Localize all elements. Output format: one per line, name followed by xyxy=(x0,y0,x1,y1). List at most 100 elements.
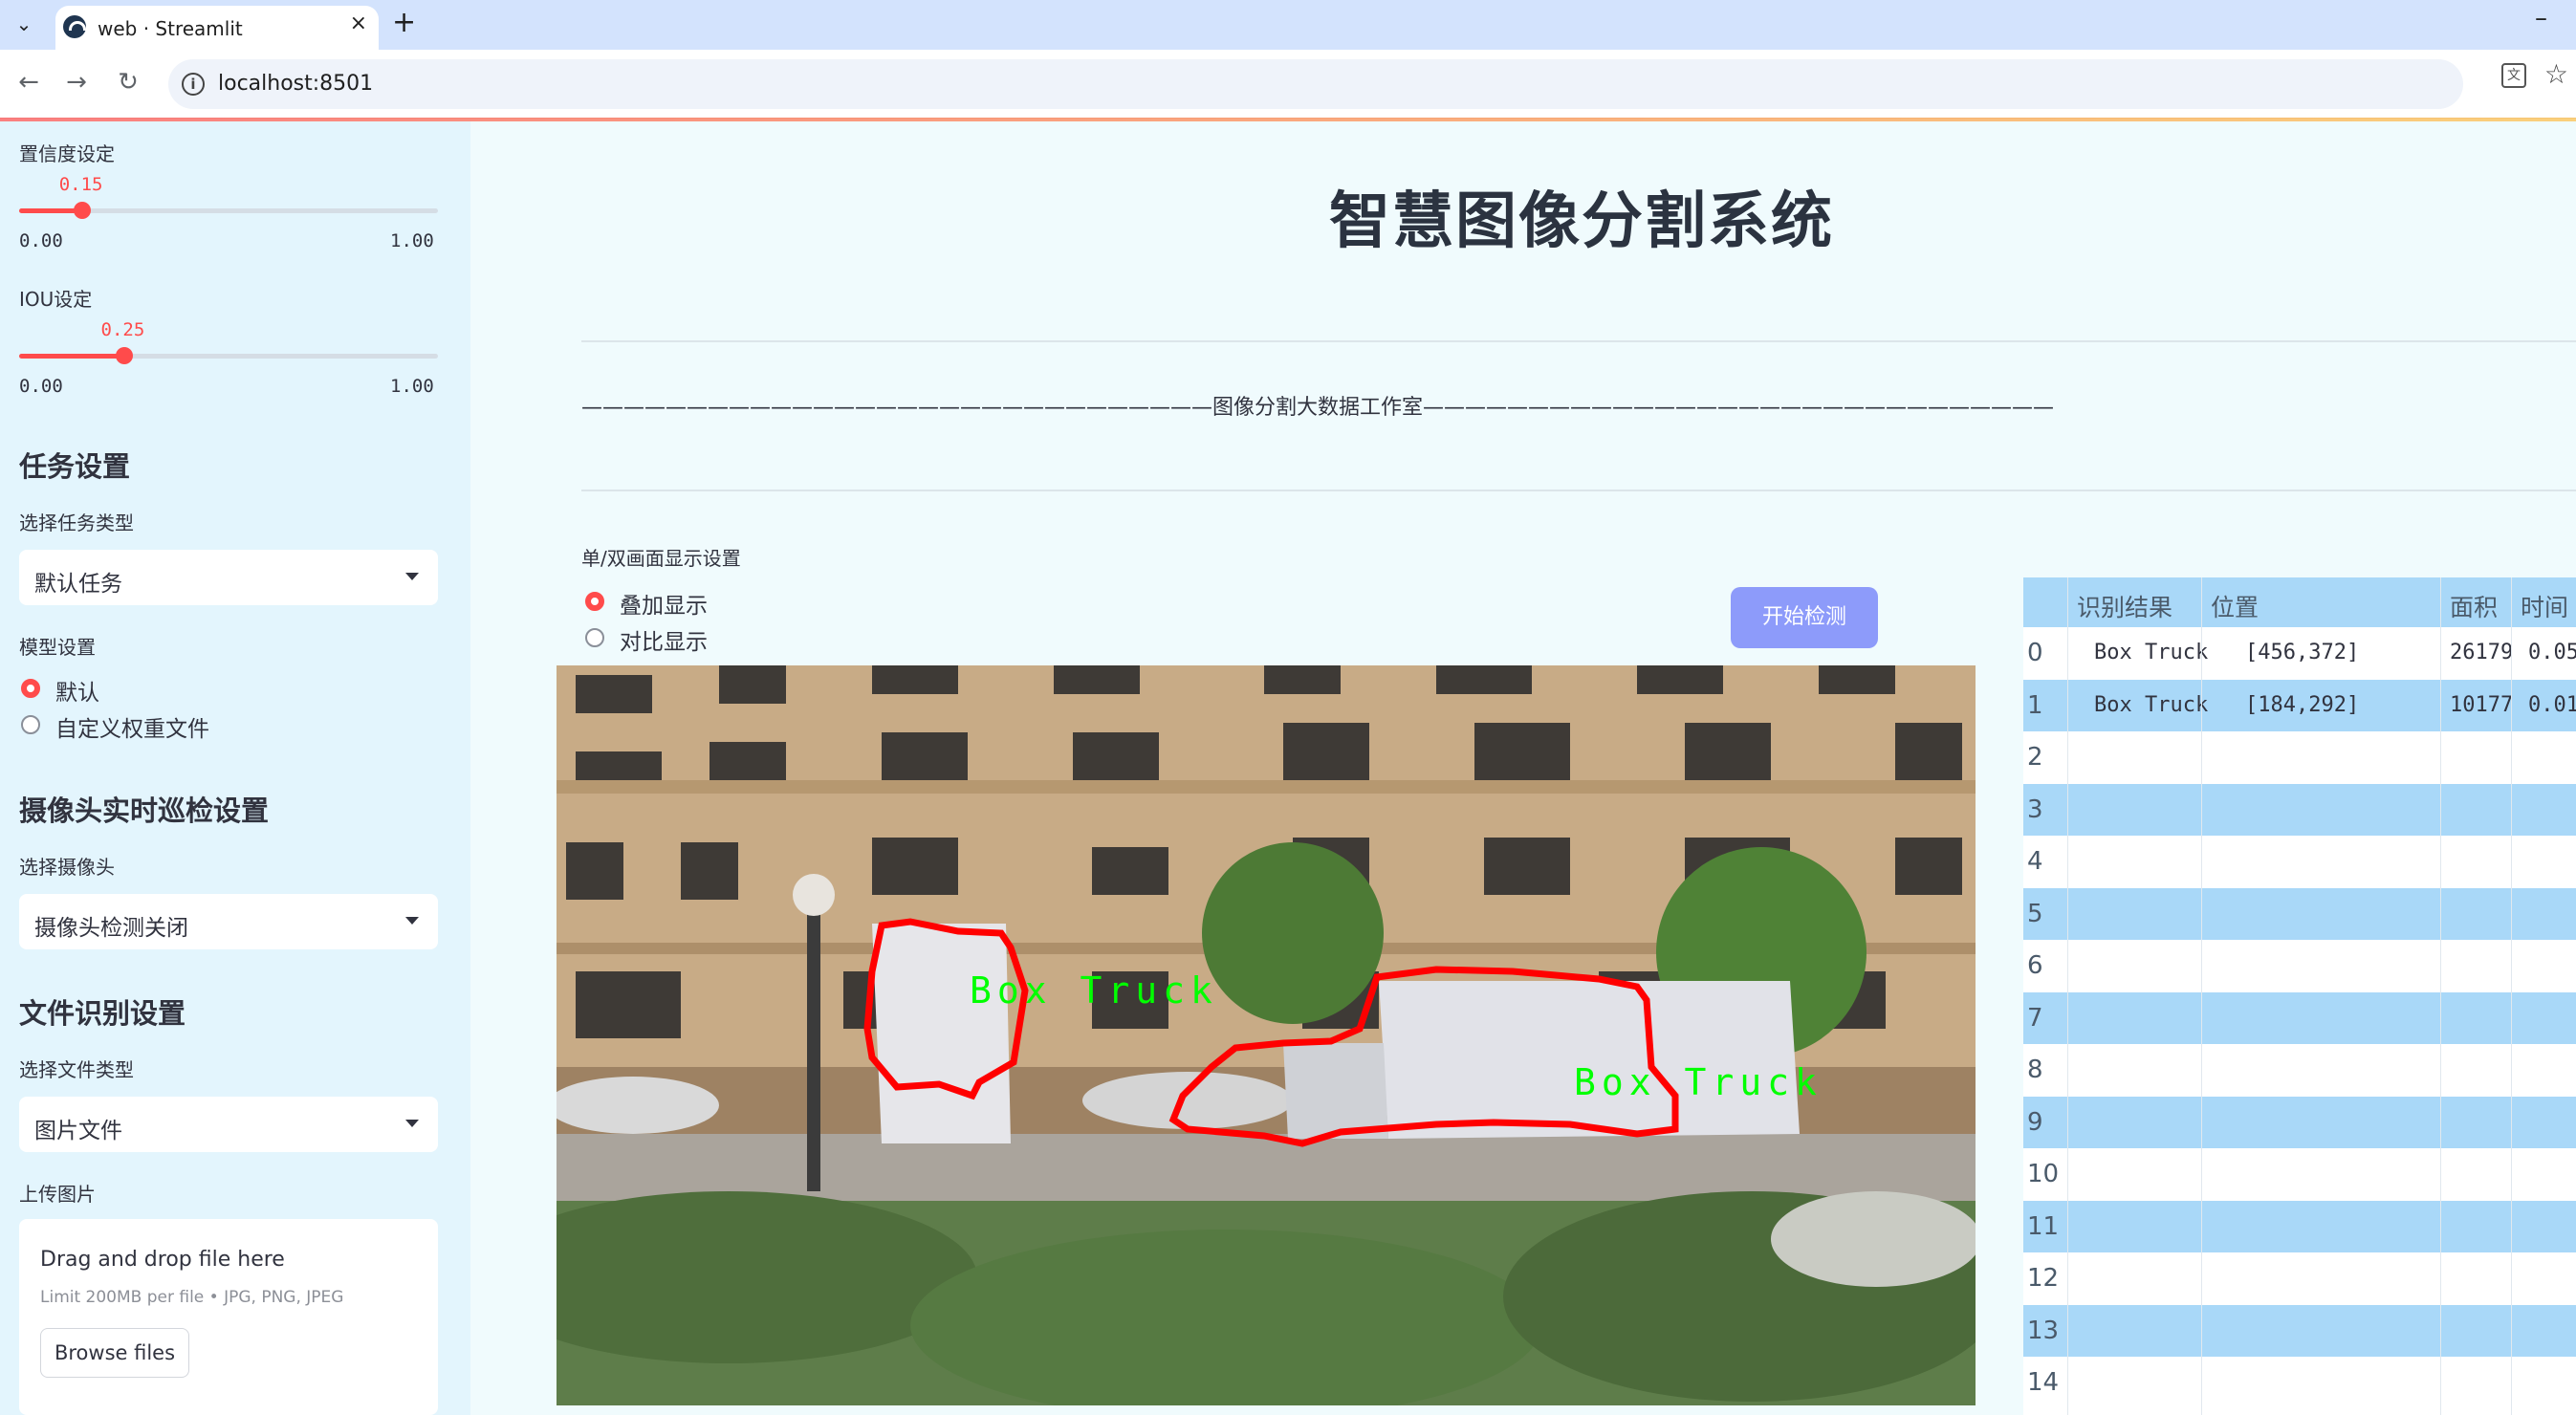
table-row[interactable]: 13 xyxy=(2023,1304,2576,1357)
table-row[interactable]: 1 Box Truck [184,292] 10177 0.01 xyxy=(2023,679,2576,731)
row-index: 13 xyxy=(2027,1316,2060,1345)
table-row[interactable]: 5 xyxy=(2023,887,2576,940)
bookmark-star-icon[interactable]: ☆ xyxy=(2544,58,2568,90)
dropzone-title: Drag and drop file here xyxy=(40,1248,285,1272)
table-header: 识别结果 位置 面积 时间 xyxy=(2023,577,2576,627)
confidence-slider-thumb[interactable] xyxy=(73,202,91,219)
sidebar: 置信度设定 0.15 0.00 1.00 IOU设定 0.25 0.00 1.0… xyxy=(0,121,470,1415)
table-row[interactable]: 14 xyxy=(2023,1357,2576,1409)
divider xyxy=(581,340,2576,342)
row-index: 5 xyxy=(2027,899,2043,928)
table-row[interactable]: 3 xyxy=(2023,783,2576,836)
column-divider xyxy=(2440,577,2441,1415)
cell-time: 0.01 xyxy=(2528,692,2576,717)
chevron-down-icon xyxy=(405,1120,419,1127)
confidence-max: 1.00 xyxy=(390,230,434,251)
column-divider xyxy=(2511,577,2512,1415)
tab-title: web · Streamlit xyxy=(98,17,243,40)
forward-arrow-icon[interactable]: → xyxy=(59,65,94,99)
radio-unselected-icon xyxy=(585,628,604,647)
task-settings-header: 任务设置 xyxy=(19,450,131,483)
address-bar[interactable]: i localhost:8501 xyxy=(168,59,2463,109)
radio-selected-icon xyxy=(21,679,40,698)
header-position: 位置 xyxy=(2211,594,2259,621)
detection-label: Box Truck xyxy=(1574,1061,1823,1103)
reload-icon[interactable]: ↻ xyxy=(111,65,145,99)
task-type-label: 选择任务类型 xyxy=(19,512,134,534)
task-type-value: 默认任务 xyxy=(34,572,122,597)
divider xyxy=(581,490,2576,491)
row-index: 9 xyxy=(2027,1107,2043,1137)
iou-slider[interactable] xyxy=(19,347,438,364)
confidence-value: 0.15 xyxy=(58,174,103,195)
table-row[interactable]: 0 Box Truck [456,372] 26179 0.05 xyxy=(2023,627,2576,680)
table-row[interactable]: 2 xyxy=(2023,731,2576,784)
table-row[interactable]: 8 xyxy=(2023,1044,2576,1097)
table-row[interactable]: 12 xyxy=(2023,1252,2576,1305)
camera-select[interactable]: 摄像头检测关闭 xyxy=(19,894,438,949)
table-row[interactable]: 6 xyxy=(2023,940,2576,992)
upload-label: 上传图片 xyxy=(19,1183,96,1206)
confidence-label: 置信度设定 xyxy=(19,142,115,165)
browser-toolbar: ← → ↻ i localhost:8501 文 ☆ xyxy=(0,50,2576,119)
cell-position: [456,372] xyxy=(2245,641,2360,664)
iou-value: 0.25 xyxy=(100,319,145,340)
iou-slider-fill xyxy=(19,354,124,359)
table-row[interactable]: 9 xyxy=(2023,1096,2576,1148)
camera-settings-header: 摄像头实时巡检设置 xyxy=(19,795,270,827)
chevron-down-icon xyxy=(405,917,419,925)
detection-label: Box Truck xyxy=(970,969,1218,1012)
chevron-down-icon xyxy=(405,573,419,580)
file-type-label: 选择文件类型 xyxy=(19,1058,134,1081)
translate-icon[interactable]: 文 xyxy=(2501,63,2526,88)
cell-result: Box Truck xyxy=(2094,641,2209,664)
window-minimize-icon[interactable]: – xyxy=(2535,4,2547,33)
header-time: 时间 xyxy=(2521,594,2569,621)
new-tab-plus-icon[interactable]: + xyxy=(392,6,416,39)
tab-close-icon[interactable]: × xyxy=(350,11,367,35)
tab-search-chevron-icon[interactable]: ⌄ xyxy=(8,8,40,40)
studio-banner: ——————————————————————————————图像分割大数据工作室… xyxy=(581,396,2055,420)
row-index: 12 xyxy=(2027,1264,2060,1293)
url-text[interactable]: localhost:8501 xyxy=(218,72,373,96)
row-index: 7 xyxy=(2027,1003,2043,1033)
table-row[interactable]: 10 xyxy=(2023,1148,2576,1201)
cell-area: 10177 xyxy=(2450,692,2514,717)
street-scene-illustration xyxy=(557,665,1976,1405)
row-index: 8 xyxy=(2027,1056,2043,1084)
camera-select-label: 选择摄像头 xyxy=(19,856,115,879)
iou-max: 1.00 xyxy=(390,376,434,397)
camera-select-value: 摄像头检测关闭 xyxy=(34,916,188,941)
cell-position: [184,292] xyxy=(2245,692,2360,717)
back-arrow-icon[interactable]: ← xyxy=(11,65,46,99)
table-row[interactable]: 4 xyxy=(2023,836,2576,888)
streamlit-favicon-icon xyxy=(63,15,86,38)
row-index: 4 xyxy=(2027,847,2043,876)
row-index: 11 xyxy=(2027,1211,2060,1241)
task-type-select[interactable]: 默认任务 xyxy=(19,550,438,605)
row-index: 1 xyxy=(2027,690,2043,720)
iou-min: 0.00 xyxy=(19,376,63,397)
iou-label: IOU设定 xyxy=(19,288,93,311)
start-detection-button[interactable]: 开始检测 xyxy=(1731,587,1878,648)
model-settings-label: 模型设置 xyxy=(19,636,96,659)
file-type-select[interactable]: 图片文件 xyxy=(19,1097,438,1152)
file-dropzone[interactable]: Drag and drop file here Limit 200MB per … xyxy=(19,1219,438,1415)
row-index: 6 xyxy=(2027,951,2043,980)
browser-tab[interactable]: web · Streamlit × xyxy=(55,6,379,50)
browse-files-button[interactable]: Browse files xyxy=(40,1328,189,1378)
table-row[interactable]: 7 xyxy=(2023,991,2576,1044)
display-mode-label: 单/双画面显示设置 xyxy=(581,547,741,570)
cell-result: Box Truck xyxy=(2094,692,2209,717)
confidence-slider[interactable] xyxy=(19,202,438,219)
site-info-icon[interactable]: i xyxy=(182,73,205,96)
iou-slider-thumb[interactable] xyxy=(115,347,133,364)
page-title: 智慧图像分割系统 xyxy=(1329,186,1834,257)
table-row[interactable]: 11 xyxy=(2023,1200,2576,1252)
cell-time: 0.05 xyxy=(2528,641,2576,664)
result-image: Box Truck Box Truck xyxy=(557,665,1976,1405)
confidence-min: 0.00 xyxy=(19,230,63,251)
file-type-value: 图片文件 xyxy=(34,1119,122,1143)
row-index: 14 xyxy=(2027,1368,2060,1397)
results-table[interactable]: 识别结果 位置 面积 时间 0 Box Truck [456,372] 26179 0.… xyxy=(2023,577,2576,1415)
